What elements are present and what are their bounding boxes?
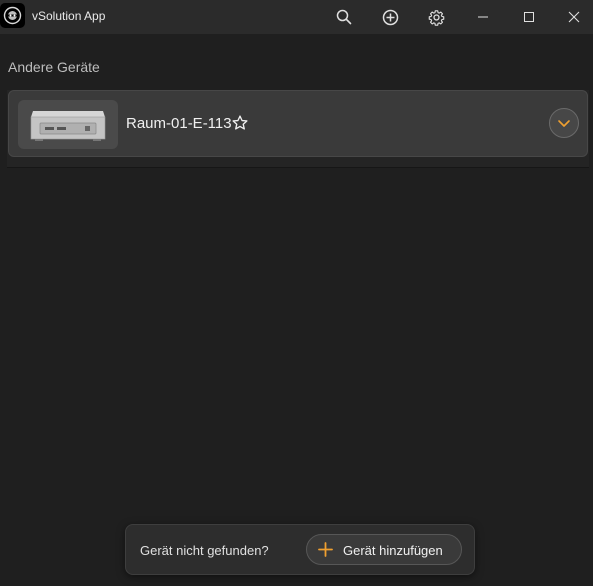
device-box-icon (18, 100, 118, 149)
app-logo-icon (0, 3, 25, 28)
chevron-down-icon (558, 120, 570, 127)
minimize-icon (478, 16, 488, 18)
search-button[interactable] (321, 0, 367, 34)
settings-button[interactable] (413, 0, 459, 34)
section-title: Andere Geräte (8, 59, 100, 75)
title-bar[interactable]: vSolution App (0, 0, 593, 34)
minimize-button[interactable] (460, 0, 506, 34)
app-window: vSolution App Andere Geräte Raum-01-E-11… (0, 0, 593, 586)
add-device-label: Gerät hinzufügen (343, 543, 443, 558)
expand-device-button[interactable] (549, 108, 579, 138)
search-icon (336, 9, 352, 25)
maximize-button[interactable] (506, 0, 552, 34)
device-card[interactable]: Raum-01-E-113 (8, 90, 588, 157)
close-button[interactable] (551, 0, 593, 34)
app-title: vSolution App (32, 9, 106, 23)
device-name: Raum-01-E-113 (126, 115, 232, 132)
gear-icon (428, 9, 444, 26)
add-device-button[interactable]: Gerät hinzufügen (306, 534, 462, 565)
plus-icon (318, 542, 333, 557)
device-not-found-bar: Gerät nicht gefunden? Gerät hinzufügen (125, 524, 475, 575)
star-outline-icon[interactable] (231, 114, 249, 132)
add-circle-icon (382, 9, 398, 25)
close-icon (568, 11, 580, 23)
maximize-icon (524, 12, 534, 22)
add-device-toolbar-button[interactable] (367, 0, 413, 34)
not-found-prompt: Gerät nicht gefunden? (140, 543, 269, 558)
